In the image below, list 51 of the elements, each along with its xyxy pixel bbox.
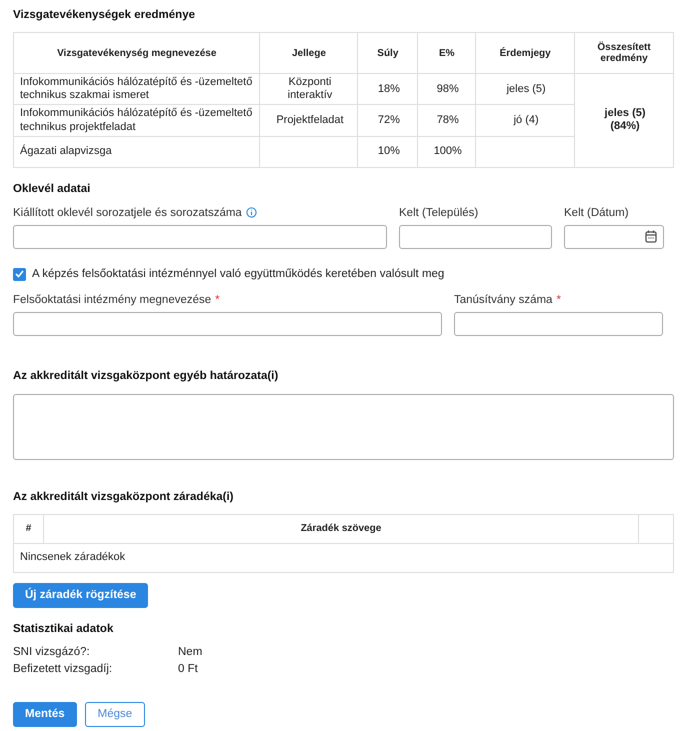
table-cell: 98%: [418, 74, 476, 105]
required-mark: *: [215, 294, 220, 306]
column-header: Érdemjegy: [476, 32, 575, 74]
calendar-icon[interactable]: [645, 230, 657, 244]
stat-label: SNI vizsgázó?:: [13, 646, 91, 658]
table-cell: Infokommunikációs hálózatépítő és -üzemeltető technikus projektfeladat: [14, 104, 260, 136]
table-cell: Központi interaktív: [260, 74, 358, 105]
info-icon[interactable]: [246, 207, 257, 218]
table-cell: Ágazati alapvizsga: [14, 136, 260, 168]
input-field[interactable]: [399, 224, 552, 249]
stat-value: 0 Ft: [178, 662, 198, 675]
checkbox[interactable]: [13, 268, 26, 281]
table-cell: Projektfeladat: [260, 104, 358, 136]
checkbox-label: A képzés felsőoktatási intézménnyel való együttműködés keretében valósult meg: [32, 268, 444, 280]
section-title: Vizsgatevékenységek eredménye: [13, 9, 196, 21]
table-cell: 78%: [418, 104, 476, 136]
text-area[interactable]: [13, 394, 674, 460]
field-label: Felsőoktatási intézmény megnevezése: [13, 294, 212, 306]
table-cell: jeles (5): [476, 74, 575, 105]
cancel-button[interactable]: Mégse: [84, 702, 146, 727]
required-mark: *: [556, 294, 561, 306]
column-header: Vizsgatevékenység megnevezése: [14, 32, 260, 74]
column-header: Összesített eredmény: [574, 32, 674, 74]
section-title: Az akkreditált vizsgaközpont egyéb határozata(i): [13, 370, 280, 382]
input-field[interactable]: [13, 224, 387, 249]
table-cell: 10%: [358, 136, 418, 168]
table-cell: 72%: [358, 104, 418, 136]
table-cell: 18%: [358, 74, 418, 105]
input-field[interactable]: [13, 312, 442, 336]
save-button[interactable]: Mentés: [13, 702, 77, 727]
column-header: E%: [418, 32, 476, 74]
column-header: #: [14, 514, 44, 544]
section-title: Az akkreditált vizsgaközpont záradéka(i): [13, 490, 234, 503]
field-label: Tanúsítvány száma: [454, 294, 552, 306]
table-cell: Nincsenek záradékok: [14, 543, 674, 572]
table-cell: 100%: [418, 136, 476, 168]
field-label: Kiállított oklevél sorozatjele és sorozatszáma: [13, 206, 242, 219]
stat-label: Befizetett vizsgadíj:: [13, 662, 114, 675]
field-label: Kelt (Dátum): [564, 206, 629, 219]
table-cell: Infokommunikációs hálózatépítő és -üzemeltető technikus szakmai ismeret: [14, 74, 260, 105]
section-title: Oklevél adatai: [13, 182, 92, 195]
field-label: Kelt (Település): [399, 206, 478, 219]
column-header: Jellege: [260, 32, 358, 74]
add-clause-button[interactable]: Új záradék rögzítése: [13, 582, 148, 608]
stat-value: Nem: [178, 646, 202, 658]
column-header: Záradék szövege: [44, 514, 638, 544]
date-field[interactable]: [564, 224, 664, 249]
section-title: Statisztikai adatok: [13, 622, 114, 635]
input-field[interactable]: [454, 312, 663, 336]
column-header: Súly: [358, 32, 418, 74]
table-cell: jeles (5) (84%): [574, 74, 674, 168]
